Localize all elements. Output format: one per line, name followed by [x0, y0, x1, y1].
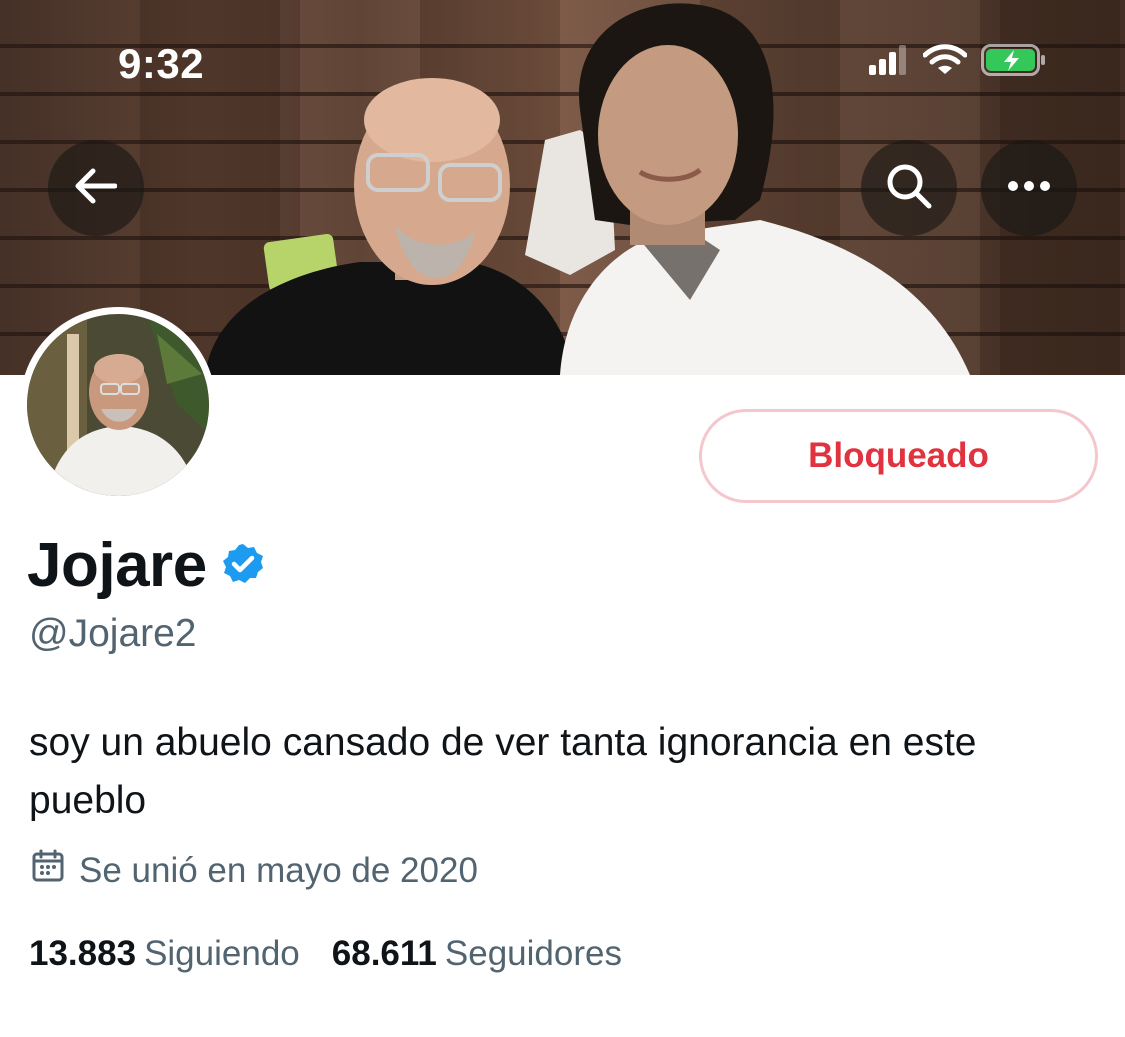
follow-stats: 13.883 Siguiendo 68.611 Seguidores	[29, 934, 622, 974]
following-count: 13.883	[29, 934, 137, 973]
display-name-text: Jojare	[27, 531, 207, 600]
join-date-text: Se unió en mayo de 2020	[79, 850, 478, 890]
calendar-icon	[31, 849, 65, 892]
profile-avatar[interactable]	[20, 307, 216, 503]
more-icon	[1007, 179, 1051, 197]
status-time: 9:32	[118, 40, 205, 87]
status-icons	[869, 44, 1047, 81]
search-icon	[886, 163, 932, 214]
battery-charging-icon	[981, 44, 1047, 81]
blocked-button[interactable]: Bloqueado	[699, 409, 1098, 503]
more-options-button[interactable]	[981, 140, 1077, 236]
profile-bio: soy un abuelo cansado de ver tanta ignor…	[29, 721, 977, 822]
arrow-left-icon	[75, 168, 118, 209]
avatar-photo	[27, 314, 209, 496]
search-button[interactable]	[861, 140, 957, 236]
user-handle: @Jojare2	[29, 612, 197, 655]
wifi-icon	[922, 44, 968, 81]
followers-link[interactable]: 68.611 Seguidores	[332, 934, 622, 974]
following-link[interactable]: 13.883 Siguiendo	[29, 934, 300, 974]
display-name: Jojare	[27, 530, 265, 601]
profile-banner[interactable]: 9:32	[0, 0, 1125, 375]
verified-badge-icon[interactable]	[221, 530, 265, 601]
back-button[interactable]	[48, 140, 144, 236]
join-date: Se unió en mayo de 2020	[31, 849, 478, 892]
following-label: Siguiendo	[144, 934, 300, 973]
followers-count: 68.611	[331, 934, 437, 973]
followers-label: Seguidores	[444, 934, 622, 973]
signal-icon	[869, 45, 909, 80]
